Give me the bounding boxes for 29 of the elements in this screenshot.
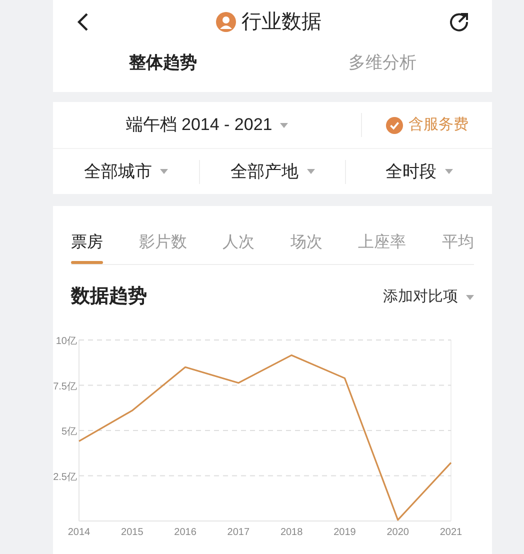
y-tick-label: 2.5亿 bbox=[53, 472, 77, 483]
x-tick-label: 2020 bbox=[386, 527, 409, 538]
x-tick-label: 2014 bbox=[68, 527, 90, 538]
metric-tab[interactable]: 票房 bbox=[71, 206, 103, 264]
add-comparison-dropdown[interactable]: 添加对比项 bbox=[383, 286, 474, 308]
caret-icon bbox=[306, 169, 314, 174]
caret-icon bbox=[466, 294, 474, 300]
period-dropdown[interactable]: 端午档 2014 - 2021 bbox=[53, 111, 361, 139]
x-tick-label: 2021 bbox=[440, 527, 462, 538]
section-title: 数据趋势 bbox=[71, 284, 147, 309]
x-tick-label: 2018 bbox=[280, 527, 303, 538]
tab[interactable]: 整体趋势 bbox=[53, 44, 272, 92]
y-tick-label: 7.5亿 bbox=[53, 381, 77, 392]
filter-dropdown[interactable]: 全部产地 bbox=[200, 158, 346, 186]
y-tick-label: 5亿 bbox=[61, 426, 77, 438]
caret-icon bbox=[444, 169, 453, 174]
filter-dropdown[interactable]: 全时段 bbox=[346, 158, 492, 186]
filter-dropdown[interactable]: 全部城市 bbox=[53, 158, 199, 186]
refresh-icon[interactable] bbox=[448, 11, 470, 33]
x-tick-label: 2015 bbox=[121, 527, 144, 538]
caret-icon bbox=[280, 122, 288, 128]
page-title: 行业数据 bbox=[242, 10, 322, 35]
x-tick-label: 2017 bbox=[227, 527, 250, 538]
x-tick-label: 2016 bbox=[174, 527, 196, 538]
caret-icon bbox=[160, 169, 168, 174]
x-tick-label: 2019 bbox=[334, 527, 356, 538]
back-icon[interactable] bbox=[77, 12, 89, 32]
y-tick-label: 10亿 bbox=[56, 336, 77, 347]
avatar-icon bbox=[216, 12, 236, 32]
